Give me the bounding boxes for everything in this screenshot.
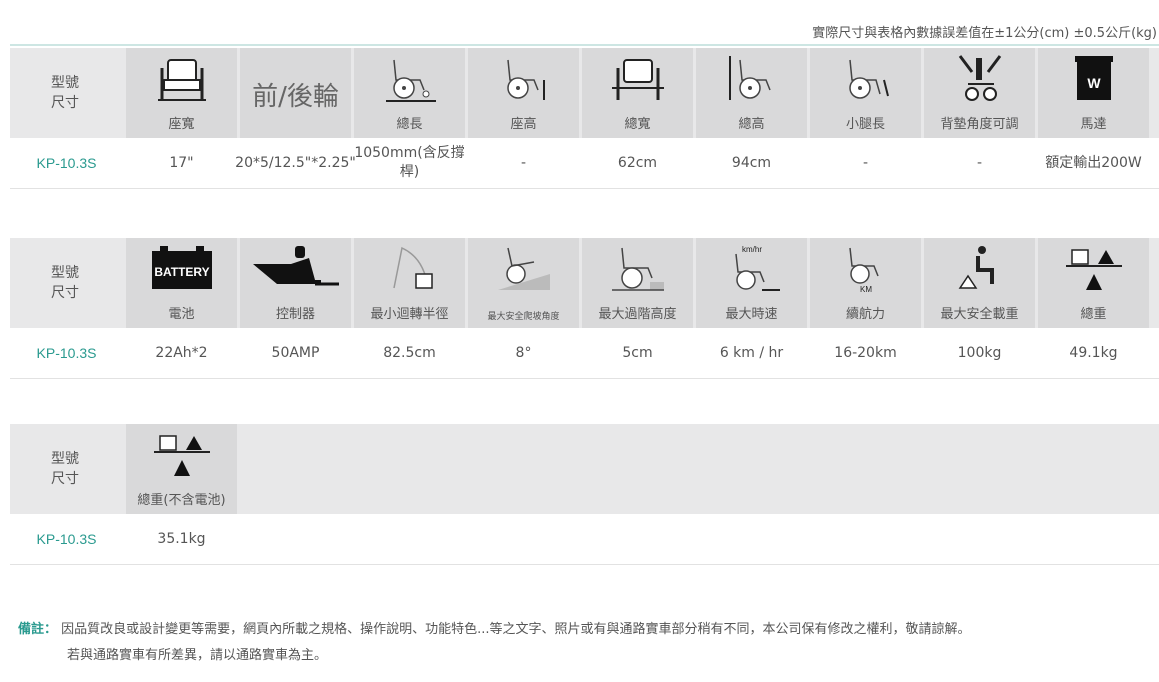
header-turning-radius: 最小迴轉半徑 bbox=[354, 238, 465, 328]
backrest-angle-icon bbox=[958, 55, 1001, 101]
header-range: KM 續航力 bbox=[810, 238, 921, 328]
header-slope: 最大安全爬坡角度 bbox=[468, 238, 579, 328]
header-max-speed: km/hr 最大時速 bbox=[696, 238, 807, 328]
value-step-height: 5cm bbox=[622, 344, 653, 361]
value-motor: 額定輸出200W bbox=[1045, 154, 1142, 171]
slope-icon bbox=[497, 247, 550, 290]
max-load-icon bbox=[958, 246, 994, 289]
remark-key: 備註： bbox=[18, 622, 58, 637]
model-name: KP-10.3S bbox=[36, 531, 97, 547]
svg-text:km/hr: km/hr bbox=[742, 245, 762, 254]
total-length-icon bbox=[385, 59, 436, 102]
value-max-load: 100kg bbox=[957, 344, 1002, 361]
svg-text:W: W bbox=[1087, 75, 1101, 91]
header-total-width: 總寬 bbox=[582, 48, 693, 138]
spec-header-row: 型號 尺寸 總重(不含電池) bbox=[10, 424, 1159, 514]
spec-table-dimensions: 型號 尺寸 座寬 前/後輪 總長 座高 總寬 總高 小腿長 背墊角度可調 W 馬… bbox=[10, 48, 1159, 189]
value-seat-height: - bbox=[520, 154, 527, 171]
spec-value-row: KP-10.3S 35.1kg bbox=[10, 514, 1159, 565]
spec-table-weight: 型號 尺寸 總重(不含電池) KP-10.3S 35.1kg bbox=[10, 424, 1159, 565]
value-total-height: 94cm bbox=[731, 154, 772, 171]
header-seat-height: 座高 bbox=[468, 48, 579, 138]
battery-icon: BATTERY bbox=[151, 246, 212, 289]
value-total-weight: 49.1kg bbox=[1069, 344, 1118, 361]
turning-radius-icon bbox=[392, 246, 433, 289]
header-step-height: 最大過階高度 bbox=[582, 238, 693, 328]
svg-text:BATTERY: BATTERY bbox=[154, 265, 209, 279]
controller-icon bbox=[252, 246, 339, 286]
header-total-weight: 總重 bbox=[1038, 238, 1149, 328]
spec-table-performance: 型號 尺寸 BATTERY 電池 控制器 最小迴轉半徑 最大安全爬坡角度 最大過… bbox=[10, 238, 1159, 379]
top-divider bbox=[10, 44, 1159, 46]
weight-no-battery-icon bbox=[153, 435, 210, 476]
header-leg-length: 小腿長 bbox=[810, 48, 921, 138]
header-weight-no-battery: 總重(不含電池) bbox=[126, 424, 237, 514]
motor-icon: W bbox=[1074, 56, 1113, 100]
value-total-length: 1050mm(含反撐桿) bbox=[354, 145, 465, 180]
total-weight-icon bbox=[1065, 249, 1122, 290]
measurement-tolerance-note: 實際尺寸與表格內數據誤差值在±1公分(cm) ±0.5公斤(kg) bbox=[812, 26, 1157, 41]
header-seat-width: 座寬 bbox=[126, 48, 237, 138]
remark-line-1: 因品質改良或設計變更等需要，網頁內所載之規格、操作說明、功能特色...等之文字、… bbox=[61, 622, 971, 637]
value-weight-no-battery: 35.1kg bbox=[157, 530, 206, 547]
value-backrest-angle: - bbox=[976, 154, 983, 171]
header-backrest-angle: 背墊角度可調 bbox=[924, 48, 1035, 138]
header-total-height: 總高 bbox=[696, 48, 807, 138]
model-size-label: 型號 尺寸 bbox=[51, 265, 79, 301]
total-height-icon bbox=[728, 56, 771, 100]
header-controller: 控制器 bbox=[240, 238, 351, 328]
value-slope: 8° bbox=[515, 344, 532, 361]
value-total-width: 62cm bbox=[617, 154, 658, 171]
header-motor: W 馬達 bbox=[1038, 48, 1149, 138]
value-turning-radius: 82.5cm bbox=[383, 344, 436, 361]
value-wheels: 20*5/12.5"*2.25" bbox=[235, 154, 356, 171]
spec-value-row: KP-10.3S 17" 20*5/12.5"*2.25" 1050mm(含反撐… bbox=[10, 138, 1159, 189]
value-controller: 50AMP bbox=[271, 344, 320, 361]
spec-header-row: 型號 尺寸 座寬 前/後輪 總長 座高 總寬 總高 小腿長 背墊角度可調 W 馬… bbox=[10, 48, 1159, 138]
value-battery: 22Ah*2 bbox=[155, 344, 208, 361]
value-seat-width: 17" bbox=[169, 154, 194, 171]
spec-header-row: 型號 尺寸 BATTERY 電池 控制器 最小迴轉半徑 最大安全爬坡角度 最大過… bbox=[10, 238, 1159, 328]
model-size-label: 型號 尺寸 bbox=[51, 75, 79, 111]
value-leg-length: - bbox=[862, 154, 869, 171]
header-max-load: 最大安全載重 bbox=[924, 238, 1035, 328]
remark-line-2: 若與通路實車有所差異，請以通路實車為主。 bbox=[67, 648, 328, 663]
leg-length-icon bbox=[848, 59, 889, 99]
total-width-icon bbox=[611, 59, 664, 100]
model-name: KP-10.3S bbox=[36, 345, 97, 361]
header-wheels: 前/後輪 bbox=[240, 48, 351, 138]
seat-width-icon bbox=[157, 59, 206, 101]
remark-note: 備註： 因品質改良或設計變更等需要，網頁內所載之規格、操作說明、功能特色...等… bbox=[18, 617, 971, 669]
header-total-length: 總長 bbox=[354, 48, 465, 138]
model-name: KP-10.3S bbox=[36, 155, 97, 171]
seat-height-icon bbox=[506, 59, 545, 100]
header-battery: BATTERY 電池 bbox=[126, 238, 237, 328]
svg-text:KM: KM bbox=[860, 285, 872, 294]
speed-icon: km/hr bbox=[734, 245, 780, 291]
value-max-speed: 6 km / hr bbox=[719, 344, 784, 361]
model-size-label: 型號 尺寸 bbox=[51, 451, 79, 487]
spec-value-row: KP-10.3S 22Ah*2 50AMP 82.5cm 8° 5cm 6 km… bbox=[10, 328, 1159, 379]
value-range: 16-20km bbox=[834, 344, 897, 361]
range-icon: KM bbox=[848, 247, 879, 294]
step-height-icon bbox=[611, 247, 664, 291]
